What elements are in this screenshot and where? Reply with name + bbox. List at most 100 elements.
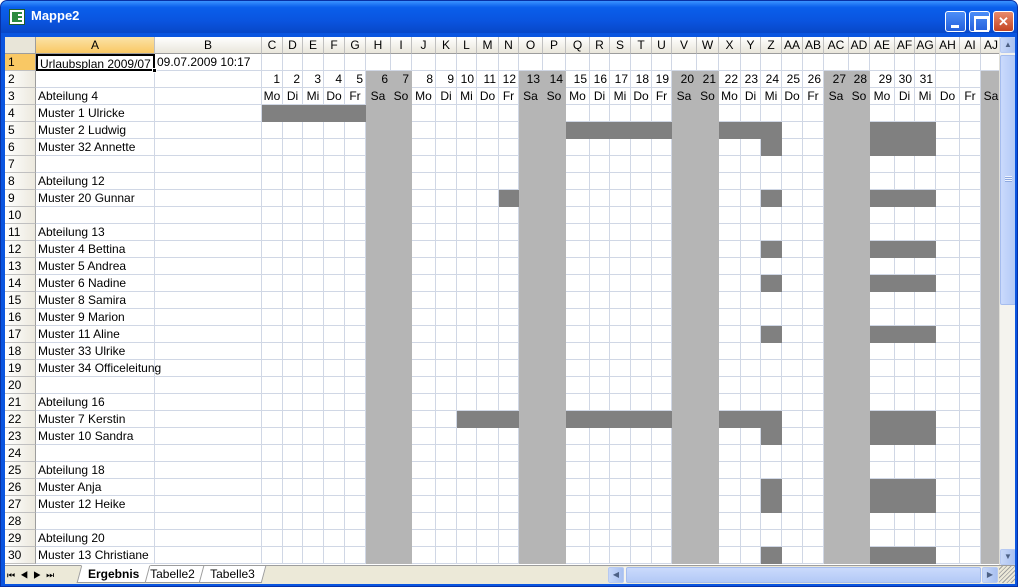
cell-y3[interactable]: Di [741,88,761,105]
cell-u9[interactable] [652,190,672,207]
cell-z18[interactable] [761,343,782,360]
cell-x28[interactable] [719,513,741,530]
cell-t11[interactable] [631,224,652,241]
cell-l15[interactable] [457,292,477,309]
cell-c7[interactable] [262,156,283,173]
cell-q1[interactable] [566,54,590,71]
cell-p5[interactable] [543,122,566,139]
cell-ae28[interactable] [870,513,895,530]
cell-d17[interactable] [283,326,303,343]
cell-v9[interactable] [672,190,697,207]
cell-p3[interactable]: So [543,88,566,105]
cell-w17[interactable] [697,326,719,343]
column-header-f[interactable]: F [324,37,345,54]
cell-ah28[interactable] [936,513,960,530]
cell-o12[interactable] [519,241,543,258]
cell-y24[interactable] [741,445,761,462]
cell-e18[interactable] [303,343,324,360]
cell-ac28[interactable] [824,513,849,530]
cell-j6[interactable] [412,139,436,156]
cell-ab2[interactable]: 26 [803,71,824,88]
cell-af17[interactable] [895,326,915,343]
cell-ag17[interactable] [915,326,936,343]
cell-ah14[interactable] [936,275,960,292]
cell-ac27[interactable] [824,496,849,513]
cell-s24[interactable] [610,445,631,462]
scroll-right-button[interactable]: ▶ [982,567,998,583]
cell-a17[interactable]: Muster 11 Aline [36,326,155,343]
column-header-ac[interactable]: AC [824,37,849,54]
cell-ae23[interactable] [870,428,895,445]
cell-r19[interactable] [590,360,610,377]
cell-aj6[interactable] [981,139,999,156]
cell-w25[interactable] [697,462,719,479]
cell-s23[interactable] [610,428,631,445]
cell-q4[interactable] [566,105,590,122]
cell-w21[interactable] [697,394,719,411]
cell-u28[interactable] [652,513,672,530]
cell-r3[interactable]: Di [590,88,610,105]
cell-ab24[interactable] [803,445,824,462]
cell-p21[interactable] [543,394,566,411]
cell-d22[interactable] [283,411,303,428]
cell-x10[interactable] [719,207,741,224]
cell-x20[interactable] [719,377,741,394]
cell-e7[interactable] [303,156,324,173]
cell-aj8[interactable] [981,173,999,190]
cell-ab23[interactable] [803,428,824,445]
cell-ad25[interactable] [849,462,870,479]
row-header-12[interactable]: 12 [5,241,36,258]
cell-l9[interactable] [457,190,477,207]
cell-i1[interactable] [391,54,412,71]
cell-ab5[interactable] [803,122,824,139]
cell-r15[interactable] [590,292,610,309]
cell-ag22[interactable] [915,411,936,428]
cell-a20[interactable] [36,377,155,394]
cell-k10[interactable] [436,207,457,224]
cell-m1[interactable] [477,54,499,71]
cell-v5[interactable] [672,122,697,139]
cell-ah3[interactable]: Do [936,88,960,105]
cell-y17[interactable] [741,326,761,343]
cell-o17[interactable] [519,326,543,343]
cell-aj20[interactable] [981,377,999,394]
cell-m6[interactable] [477,139,499,156]
cell-g9[interactable] [345,190,366,207]
cell-ag2[interactable]: 31 [915,71,936,88]
cell-ad21[interactable] [849,394,870,411]
cell-l1[interactable] [457,54,477,71]
cell-j28[interactable] [412,513,436,530]
cell-p8[interactable] [543,173,566,190]
cell-i27[interactable] [391,496,412,513]
cell-z25[interactable] [761,462,782,479]
cell-i30[interactable] [391,547,412,564]
cell-ae25[interactable] [870,462,895,479]
column-header-aa[interactable]: AA [782,37,803,54]
cell-o30[interactable] [519,547,543,564]
cell-aa2[interactable]: 25 [782,71,803,88]
cell-ab10[interactable] [803,207,824,224]
cell-ae17[interactable] [870,326,895,343]
cell-a7[interactable] [36,156,155,173]
cell-e30[interactable] [303,547,324,564]
cell-r30[interactable] [590,547,610,564]
cell-ab20[interactable] [803,377,824,394]
cell-b25[interactable] [155,462,262,479]
cell-g2[interactable]: 5 [345,71,366,88]
cell-e28[interactable] [303,513,324,530]
cell-x7[interactable] [719,156,741,173]
cell-q12[interactable] [566,241,590,258]
cell-r24[interactable] [590,445,610,462]
cell-a29[interactable]: Abteilung 20 [36,530,155,547]
cell-ag25[interactable] [915,462,936,479]
cell-m15[interactable] [477,292,499,309]
cell-ai22[interactable] [960,411,981,428]
cell-ad11[interactable] [849,224,870,241]
cell-af19[interactable] [895,360,915,377]
cell-w20[interactable] [697,377,719,394]
cell-ae30[interactable] [870,547,895,564]
cell-ah26[interactable] [936,479,960,496]
cell-u21[interactable] [652,394,672,411]
cell-f17[interactable] [324,326,345,343]
cell-o9[interactable] [519,190,543,207]
